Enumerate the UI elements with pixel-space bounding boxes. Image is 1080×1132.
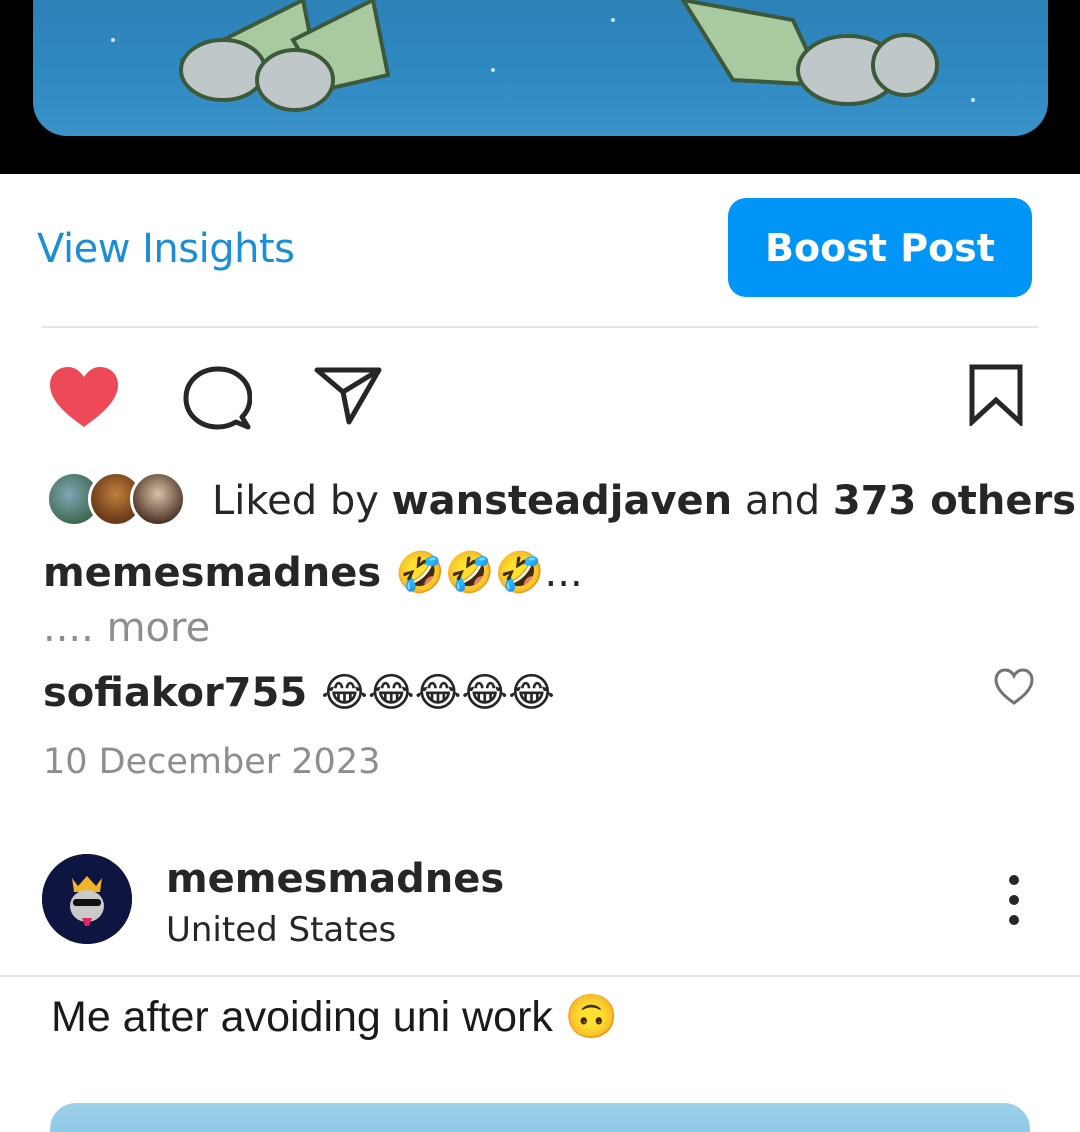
next-post-caption: Me after avoiding uni work 🙃 [51, 993, 619, 1041]
liked-by-others[interactable]: 373 others [833, 478, 1076, 524]
more-options-icon[interactable] [996, 872, 1032, 928]
caption-emojis: 🤣🤣🤣... [395, 550, 583, 596]
comment-icon[interactable] [182, 365, 253, 431]
bookmark-icon[interactable] [968, 364, 1024, 428]
liked-by-user[interactable]: wansteadjaven [392, 478, 733, 524]
post-caption: memesmadnes 🤣🤣🤣... [43, 549, 583, 596]
post-media-next[interactable] [50, 1103, 1030, 1132]
top-comment: sofiakor755 😂😂😂😂😂 [43, 670, 555, 716]
boost-post-button[interactable]: Boost Post [728, 198, 1032, 297]
paper-plane-icon[interactable] [313, 364, 383, 426]
liked-by-text[interactable]: Liked by wansteadjaven and 373 others [212, 478, 1076, 524]
avatar [130, 471, 186, 527]
heart-filled-icon[interactable] [48, 365, 120, 429]
view-insights-link[interactable]: View Insights [37, 226, 295, 272]
divider [0, 975, 1080, 977]
comment-like-heart-icon[interactable] [994, 668, 1034, 706]
liker-avatars[interactable] [46, 471, 188, 527]
post-date: 10 December 2023 [43, 742, 381, 782]
post-username[interactable]: memesmadnes [166, 856, 504, 902]
liked-by-prefix: Liked by [212, 478, 379, 524]
divider [42, 326, 1038, 328]
post-media-previous[interactable] [0, 0, 1080, 174]
caption-more-link[interactable]: .... more [43, 605, 210, 651]
liked-by-connector: and [744, 478, 821, 524]
post-image-cartoon [33, 0, 1048, 136]
comment-emojis: 😂😂😂😂😂 [321, 670, 555, 716]
post-location[interactable]: United States [166, 910, 396, 950]
caption-username[interactable]: memesmadnes [43, 550, 381, 596]
comment-username[interactable]: sofiakor755 [43, 670, 307, 716]
avatar[interactable] [42, 854, 132, 944]
